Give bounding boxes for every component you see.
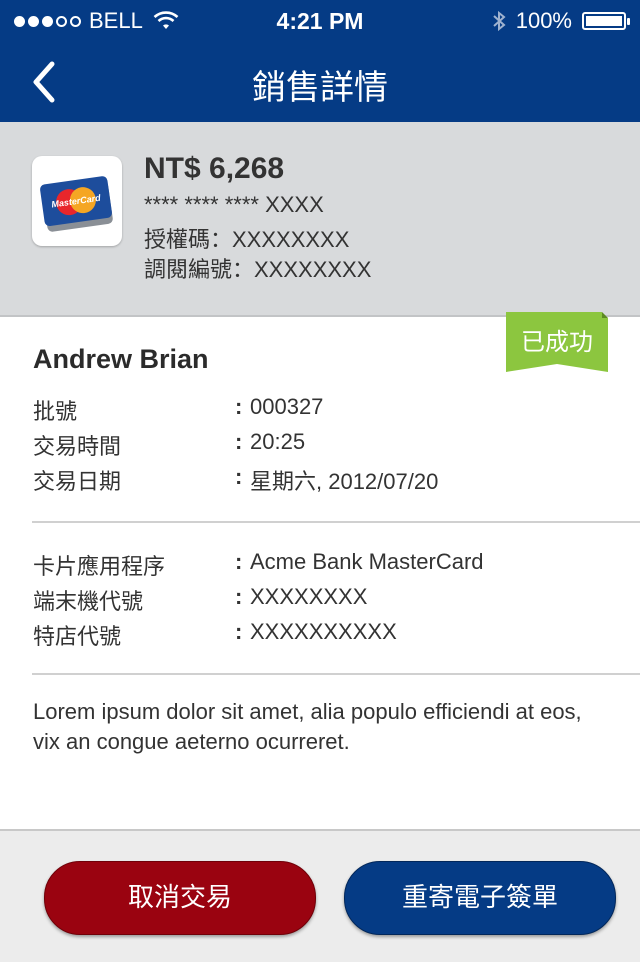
- detail-row: 交易日期 : 星期六, 2012/07/20: [33, 464, 633, 494]
- detail-value: 20:25: [250, 429, 306, 454]
- detail-value: 星期六, 2012/07/20: [250, 469, 439, 494]
- description-text: Lorem ipsum dolor sit amet, alia populo …: [33, 699, 582, 754]
- detail-label: 交易日期: [33, 469, 122, 494]
- detail-value: 000327: [250, 394, 324, 419]
- detail-separator: :: [235, 549, 243, 574]
- detail-label: 交易時間: [33, 434, 122, 459]
- customer-name: Andrew Brian: [33, 344, 209, 374]
- detail-separator: :: [235, 429, 243, 454]
- cancel-transaction-button[interactable]: 取消交易: [44, 861, 316, 935]
- divider: [32, 673, 640, 675]
- page-title: 銷售詳情: [252, 69, 388, 107]
- detail-value: Acme Bank MasterCard: [250, 549, 484, 574]
- detail-label: 端末機代號: [33, 589, 144, 614]
- detail-row: 交易時間 : 20:25: [33, 429, 633, 459]
- mastercard-icon: MasterCard: [40, 176, 113, 232]
- detail-value: XXXXXXXX: [250, 584, 368, 609]
- detail-separator: :: [235, 464, 243, 489]
- card-number: **** **** **** XXXX: [144, 192, 324, 217]
- divider: [32, 521, 640, 523]
- battery-icon: [582, 12, 630, 30]
- transaction-summary: MasterCard NT$ 6,268 **** **** **** XXXX…: [0, 122, 640, 317]
- reference-number: 調閱編號：XXXXXXXX: [144, 257, 372, 282]
- battery-percent: 100%: [515, 8, 572, 33]
- detail-row: 端末機代號 : XXXXXXXX: [33, 584, 633, 614]
- detail-label: 卡片應用程序: [33, 554, 166, 579]
- auth-code: 授權碼：XXXXXXXX: [144, 227, 350, 252]
- detail-separator: :: [235, 394, 243, 419]
- detail-row: 卡片應用程序 : Acme Bank MasterCard: [33, 549, 633, 579]
- status-bar: BELL 4:21 PM 100%: [0, 0, 640, 40]
- detail-label: 特店代號: [33, 624, 122, 649]
- status-badge: 已成功: [521, 329, 593, 356]
- action-bar: 取消交易 重寄電子簽單: [0, 829, 640, 962]
- detail-separator: :: [235, 619, 243, 644]
- card-brand-logo: MasterCard: [32, 156, 122, 246]
- amount: NT$ 6,268: [144, 152, 285, 185]
- bluetooth-icon: [493, 10, 506, 32]
- status-right: 100%: [492, 8, 630, 34]
- detail-label: 批號: [33, 399, 78, 424]
- detail-separator: :: [235, 584, 243, 609]
- resend-receipt-button[interactable]: 重寄電子簽單: [344, 861, 616, 935]
- top-bar: BELL 4:21 PM 100% 銷售詳情: [0, 0, 640, 122]
- detail-row: 特店代號 : XXXXXXXXXX: [33, 619, 633, 649]
- detail-row: 批號 : 000327: [33, 394, 633, 424]
- detail-value: XXXXXXXXXX: [250, 619, 397, 644]
